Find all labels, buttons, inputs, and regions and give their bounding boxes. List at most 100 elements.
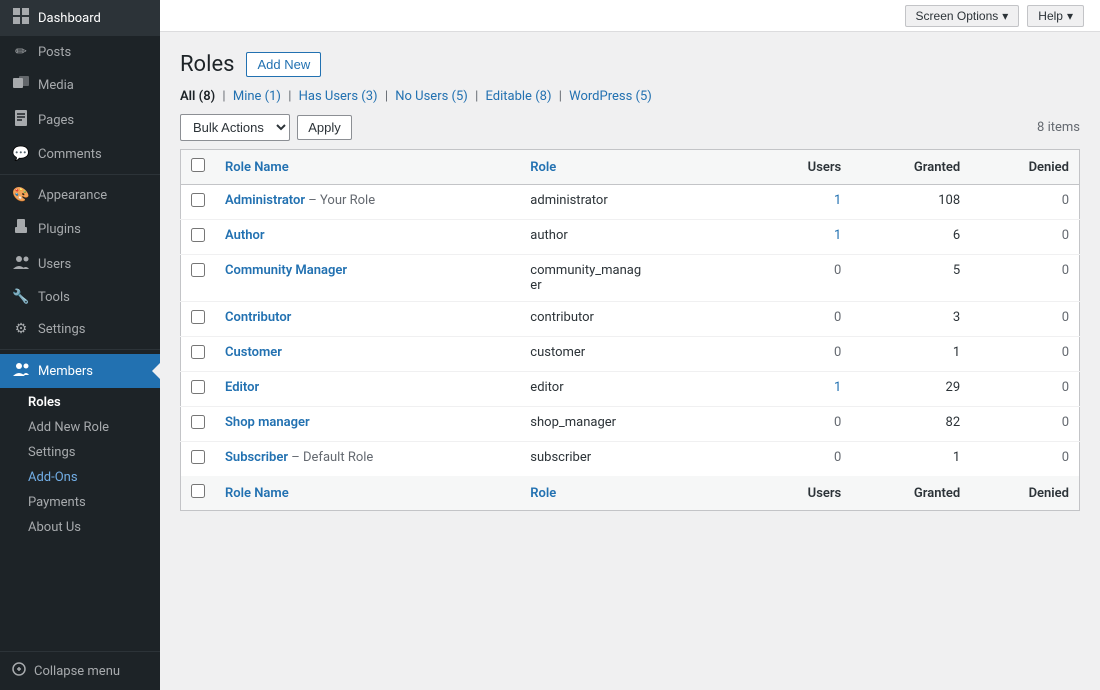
media-icon: [12, 76, 30, 94]
submenu-add-ons[interactable]: Add-Ons: [0, 465, 160, 490]
table-footer-row: Role Name Role Users Granted Denied: [181, 476, 1080, 511]
cell-role-slug-customer: customer: [520, 337, 755, 372]
cell-granted-customer: 1: [851, 337, 970, 372]
appearance-icon: 🎨: [12, 187, 30, 203]
row-checkbox-administrator[interactable]: [191, 193, 205, 207]
row-checkbox-author[interactable]: [191, 228, 205, 242]
users-link-administrator[interactable]: 1: [834, 193, 841, 208]
role-name-link-shop_manager[interactable]: Shop manager: [225, 415, 310, 430]
users-link-author[interactable]: 1: [834, 228, 841, 243]
topbar: Screen Options ▾ Help ▾: [160, 0, 1100, 32]
sidebar-item-users[interactable]: Users: [0, 247, 160, 281]
submenu-roles[interactable]: Roles: [0, 390, 160, 415]
footer-denied: Denied: [970, 476, 1079, 511]
row-checkbox-community_manager[interactable]: [191, 263, 205, 277]
settings-icon: ⚙: [12, 321, 30, 337]
role-name-link-customer[interactable]: Customer: [225, 345, 282, 360]
members-submenu: Roles Add New Role Settings Add-Ons Paym…: [0, 388, 160, 546]
sidebar: Dashboard ✏ Posts Media Pages 💬 Comments…: [0, 0, 160, 690]
cell-role-name-editor: Editor: [215, 372, 520, 407]
cell-role-name-subscriber: Subscriber – Default Role: [215, 442, 520, 477]
filter-mine[interactable]: Mine (1): [233, 89, 284, 104]
sidebar-item-dashboard[interactable]: Dashboard: [0, 0, 160, 36]
filter-has-users[interactable]: Has Users (3): [299, 89, 381, 104]
header-role-name[interactable]: Role Name: [215, 150, 520, 185]
filter-no-users[interactable]: No Users (5): [395, 89, 471, 104]
help-button[interactable]: Help ▾: [1027, 5, 1084, 27]
cell-role-name-community_manager: Community Manager: [215, 255, 520, 302]
select-all-checkbox-footer[interactable]: [191, 484, 205, 498]
row-checkbox-shop_manager[interactable]: [191, 415, 205, 429]
header-granted: Granted: [851, 150, 970, 185]
filter-all[interactable]: All (8): [180, 89, 218, 104]
collapse-label: Collapse menu: [34, 664, 120, 679]
actions-bar: Bulk Actions Apply 8 items: [180, 114, 1080, 141]
sidebar-item-comments[interactable]: 💬 Comments: [0, 138, 160, 170]
filter-links: All (8) | Mine (1) | Has Users (3) | No …: [180, 89, 1080, 104]
cell-denied-editor: 0: [970, 372, 1079, 407]
cell-role-slug-community_manager: community_manager: [520, 255, 755, 302]
role-name-link-administrator[interactable]: Administrator: [225, 193, 305, 208]
select-all-checkbox[interactable]: [191, 158, 205, 172]
footer-role-name[interactable]: Role Name: [215, 476, 520, 511]
screen-options-button[interactable]: Screen Options ▾: [905, 5, 1020, 27]
role-name-link-author[interactable]: Author: [225, 228, 265, 243]
sidebar-item-members[interactable]: Members: [0, 354, 160, 388]
members-icon: [12, 362, 30, 380]
filter-wordpress[interactable]: WordPress (5): [569, 89, 652, 104]
apply-button[interactable]: Apply: [297, 115, 352, 140]
footer-granted: Granted: [851, 476, 970, 511]
header-role[interactable]: Role: [520, 150, 755, 185]
cell-granted-subscriber: 1: [851, 442, 970, 477]
users-link-editor[interactable]: 1: [834, 380, 841, 395]
bulk-actions-group: Bulk Actions Apply: [180, 114, 352, 141]
role-name-link-editor[interactable]: Editor: [225, 380, 259, 395]
submenu-payments[interactable]: Payments: [0, 490, 160, 515]
sidebar-item-settings[interactable]: ⚙ Settings: [0, 313, 160, 345]
posts-icon: ✏: [12, 44, 30, 60]
collapse-menu-button[interactable]: Collapse menu: [0, 651, 160, 690]
row-checkbox-subscriber[interactable]: [191, 450, 205, 464]
cell-denied-community_manager: 0: [970, 255, 1079, 302]
header-users: Users: [755, 150, 851, 185]
table-header-row: Role Name Role Users Granted Denied: [181, 150, 1080, 185]
footer-role[interactable]: Role: [520, 476, 755, 511]
submenu-add-new-role[interactable]: Add New Role: [0, 415, 160, 440]
row-checkbox-customer[interactable]: [191, 345, 205, 359]
role-name-link-subscriber[interactable]: Subscriber: [225, 450, 288, 465]
sidebar-item-label: Settings: [38, 322, 85, 337]
cell-role-name-shop_manager: Shop manager: [215, 407, 520, 442]
sidebar-item-media[interactable]: Media: [0, 68, 160, 102]
submenu-about-us[interactable]: About Us: [0, 515, 160, 540]
sidebar-item-label: Pages: [38, 113, 74, 128]
pages-icon: [12, 110, 30, 130]
cell-users-community_manager: 0: [755, 255, 851, 302]
cell-granted-editor: 29: [851, 372, 970, 407]
header-denied: Denied: [970, 150, 1079, 185]
table-row: Contributorcontributor030: [181, 302, 1080, 337]
add-new-button[interactable]: Add New: [246, 52, 321, 77]
sidebar-item-appearance[interactable]: 🎨 Appearance: [0, 179, 160, 211]
submenu-settings[interactable]: Settings: [0, 440, 160, 465]
sidebar-item-plugins[interactable]: Plugins: [0, 211, 160, 247]
cell-users-contributor: 0: [755, 302, 851, 337]
sidebar-item-posts[interactable]: ✏ Posts: [0, 36, 160, 68]
page-header: Roles Add New: [180, 52, 1080, 77]
sidebar-item-pages[interactable]: Pages: [0, 102, 160, 138]
sidebar-item-tools[interactable]: 🔧 Tools: [0, 281, 160, 313]
filter-editable[interactable]: Editable (8): [486, 89, 555, 104]
table-row: Administrator – Your Roleadministrator11…: [181, 185, 1080, 220]
role-name-link-community_manager[interactable]: Community Manager: [225, 263, 347, 278]
bulk-actions-select[interactable]: Bulk Actions: [180, 114, 290, 141]
sidebar-item-label: Tools: [38, 290, 70, 305]
role-name-link-contributor[interactable]: Contributor: [225, 310, 291, 325]
tools-icon: 🔧: [12, 289, 30, 305]
row-checkbox-contributor[interactable]: [191, 310, 205, 324]
row-checkbox-editor[interactable]: [191, 380, 205, 394]
cell-role-slug-author: author: [520, 220, 755, 255]
plugins-icon: [12, 219, 30, 239]
cell-role-name-contributor: Contributor: [215, 302, 520, 337]
main-content: Screen Options ▾ Help ▾ Roles Add New Al…: [160, 0, 1100, 690]
table-row: Subscriber – Default Rolesubscriber010: [181, 442, 1080, 477]
table-row: Editoreditor1290: [181, 372, 1080, 407]
